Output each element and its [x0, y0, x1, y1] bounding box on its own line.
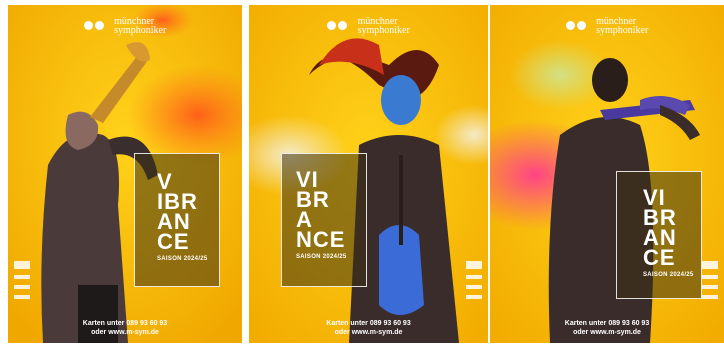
- ticket-phone: Karten unter 089 93 60 93: [564, 320, 650, 327]
- ticket-website: oder www.m-sym.de: [91, 329, 159, 336]
- ticket-phone: Karten unter 089 93 60 93: [82, 320, 168, 327]
- season-label: SAISON 2024/25: [296, 254, 347, 260]
- ticket-website: oder www.m-sym.de: [334, 329, 403, 336]
- orchestra-logo: münchner symphoniker: [8, 17, 242, 36]
- season-label: SAISON 2024/25: [157, 256, 208, 262]
- logo-dots-icon: [83, 17, 106, 35]
- title-box: VI BR AN CE SAISON 2024/25: [616, 171, 702, 299]
- title-line-4: CE: [157, 229, 190, 254]
- poster-violin-hair: münchner symphoniker VI BR A NCE SAISON …: [249, 5, 488, 343]
- ticket-phone: Karten unter 089 93 60 93: [326, 320, 411, 327]
- ticket-contact: Karten unter 089 93 60 93 oder www.m-sym…: [8, 319, 242, 337]
- season-label: SAISON 2024/25: [643, 272, 694, 278]
- title-box: V IBR AN CE SAISON 2024/25: [134, 153, 220, 287]
- logo-line-2: symphoniker: [596, 25, 649, 36]
- title-box: VI BR A NCE SAISON 2024/25: [281, 153, 367, 287]
- poster-trumpet: münchner symphoniker V IBR AN CE SAISON …: [8, 5, 242, 343]
- orchestra-logo: münchner symphoniker: [490, 17, 724, 36]
- sponsor-logos: [466, 261, 482, 305]
- orchestra-logo: münchner symphoniker: [249, 17, 488, 36]
- ticket-website: oder www.m-sym.de: [573, 329, 641, 336]
- poster-series: münchner symphoniker V IBR AN CE SAISON …: [0, 0, 724, 345]
- poster-violin-pink: münchner symphoniker VI BR AN CE SAISON …: [490, 5, 724, 343]
- logo-line-2: symphoniker: [357, 25, 410, 36]
- ticket-contact: Karten unter 089 93 60 93 oder www.m-sym…: [249, 319, 488, 337]
- title-line-4: CE: [643, 245, 676, 270]
- logo-line-2: symphoniker: [114, 25, 167, 36]
- title-line-4: NCE: [296, 227, 346, 252]
- ticket-contact: Karten unter 089 93 60 93 oder www.m-sym…: [490, 319, 724, 337]
- sponsor-logos: [702, 261, 718, 305]
- logo-dots-icon: [327, 17, 349, 35]
- sponsor-logos: [14, 261, 30, 305]
- logo-dots-icon: [565, 17, 588, 35]
